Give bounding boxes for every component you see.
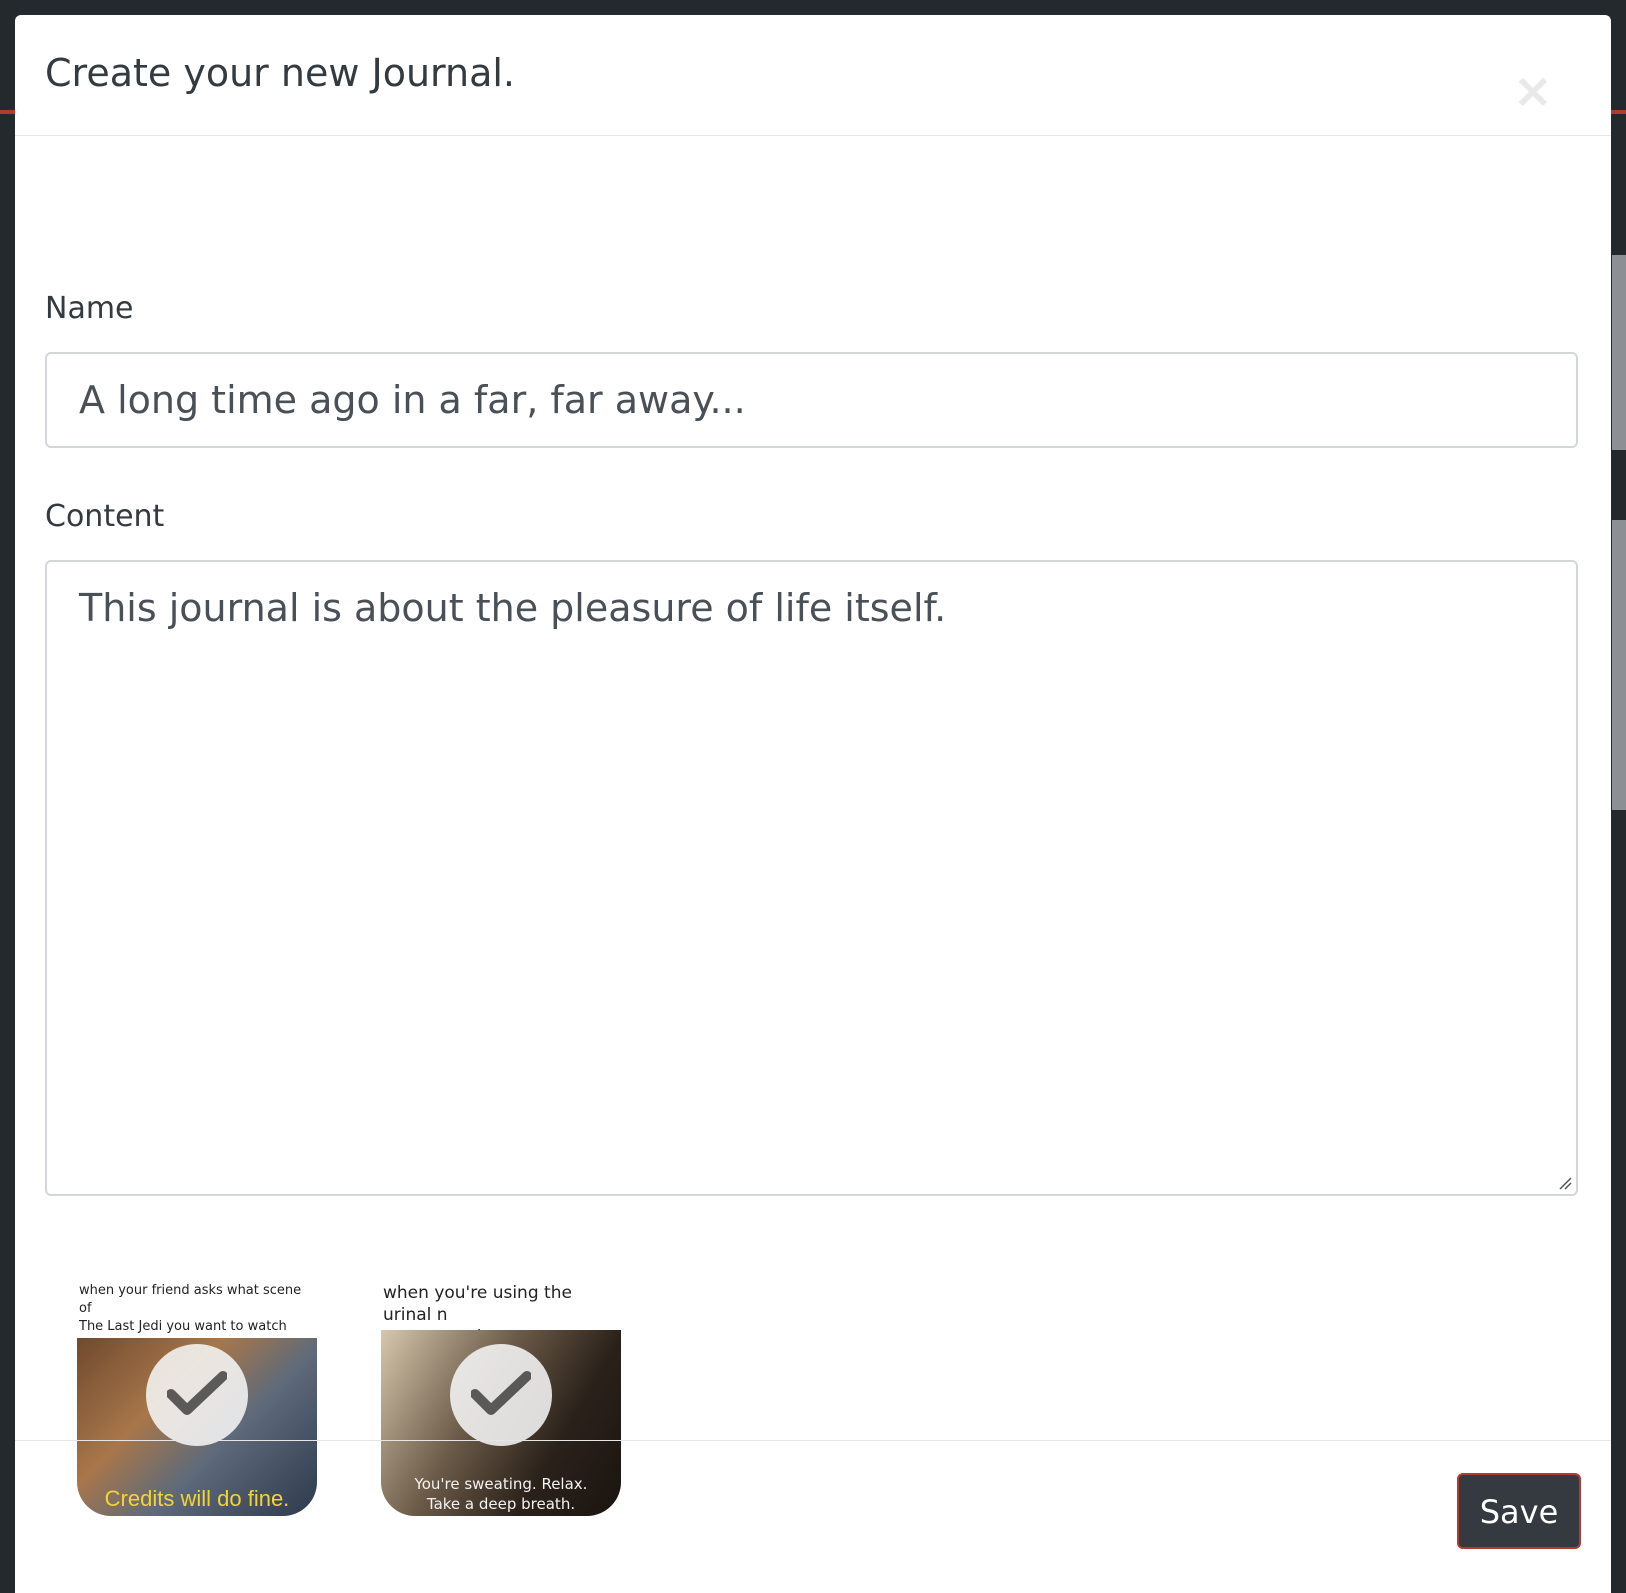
thumbnail-caption-area: when you're using the urinal n someone e…: [381, 1276, 621, 1347]
close-button[interactable]: ×: [1513, 67, 1553, 115]
modal-header: Create your new Journal. ×: [15, 15, 1611, 136]
modal-title: Create your new Journal.: [45, 51, 515, 95]
checkmark-icon: [471, 1371, 531, 1415]
resize-handle-icon[interactable]: [1558, 1176, 1572, 1190]
content-text: This journal is about the pleasure of li…: [79, 586, 947, 630]
modal-footer: Save: [15, 1440, 1611, 1593]
save-button[interactable]: Save: [1457, 1473, 1581, 1549]
name-input[interactable]: A long time ago in a far, far away...: [45, 352, 1578, 448]
content-textarea[interactable]: This journal is about the pleasure of li…: [45, 560, 1578, 1196]
thumbnail-caption-area: when your friend asks what scene of The …: [77, 1276, 317, 1338]
name-label: Name: [45, 291, 134, 326]
background-card-edge: [1612, 255, 1626, 450]
selected-check-icon[interactable]: [450, 1344, 552, 1446]
content-label: Content: [45, 499, 165, 534]
thumbnail-top-caption: when your friend asks what scene of The …: [79, 1283, 302, 1334]
checkmark-icon: [167, 1371, 227, 1415]
create-journal-modal: Create your new Journal. × Name A long t…: [15, 15, 1611, 1593]
selected-check-icon[interactable]: [146, 1344, 248, 1446]
background-card-edge: [1612, 520, 1626, 810]
